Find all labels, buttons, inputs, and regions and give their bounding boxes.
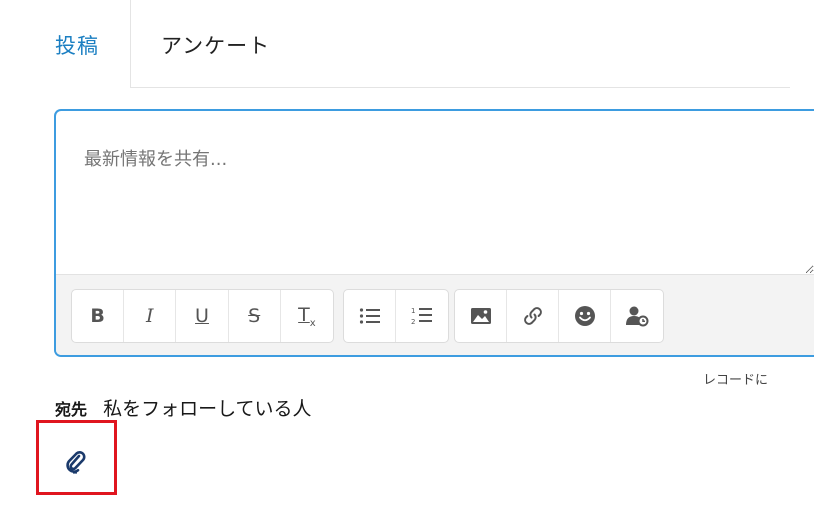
bullet-list-icon <box>359 308 380 324</box>
emoji-icon <box>574 306 595 326</box>
italic-button[interactable]: I <box>124 290 177 342</box>
italic-icon: I <box>146 305 154 327</box>
mention-button[interactable] <box>611 290 663 342</box>
recipient-row: 宛先 私をフォローしている人 <box>55 394 312 421</box>
recipient-value[interactable]: 私をフォローしている人 <box>103 398 311 420</box>
format-button-group: B I U S Tx <box>71 289 334 343</box>
remove-format-button[interactable]: Tx <box>281 290 333 342</box>
numbered-list-button[interactable]: 1 2 <box>396 290 448 342</box>
tab-post[interactable]: 投稿 <box>55 30 99 60</box>
tab-poll[interactable]: アンケート <box>130 0 790 88</box>
underline-icon: U <box>195 305 209 327</box>
link-icon <box>523 307 542 325</box>
bullet-list-button[interactable] <box>344 290 396 342</box>
strikethrough-icon: S <box>248 305 261 327</box>
bold-button[interactable]: B <box>72 290 125 342</box>
insert-button-group <box>454 289 664 343</box>
underline-button[interactable]: U <box>176 290 229 342</box>
insert-emoji-button[interactable] <box>559 290 611 342</box>
record-note-text: レコードに <box>703 373 769 388</box>
paperclip-icon <box>66 451 86 474</box>
recipient-label: 宛先 <box>55 400 88 419</box>
insert-link-button[interactable] <box>507 290 559 342</box>
list-button-group: 1 2 <box>343 289 449 343</box>
strikethrough-button[interactable]: S <box>229 290 281 342</box>
insert-image-button[interactable] <box>455 290 507 342</box>
post-text-input[interactable] <box>56 111 814 274</box>
svg-text:1: 1 <box>411 307 415 315</box>
mention-user-icon <box>625 306 649 327</box>
remove-format-icon: Tx <box>298 303 316 329</box>
bold-icon: B <box>90 305 105 327</box>
rich-text-toolbar: B I U S Tx 1 2 <box>56 274 814 355</box>
composer-box: B I U S Tx <box>54 109 814 357</box>
post-composer-panel: 投稿 アンケート B I U S Tx <box>0 0 818 529</box>
svg-text:2: 2 <box>411 318 415 326</box>
tab-poll-label: アンケート <box>161 34 271 58</box>
image-icon <box>470 308 491 324</box>
attach-file-button[interactable] <box>58 444 94 480</box>
numbered-list-icon: 1 2 <box>411 307 432 326</box>
